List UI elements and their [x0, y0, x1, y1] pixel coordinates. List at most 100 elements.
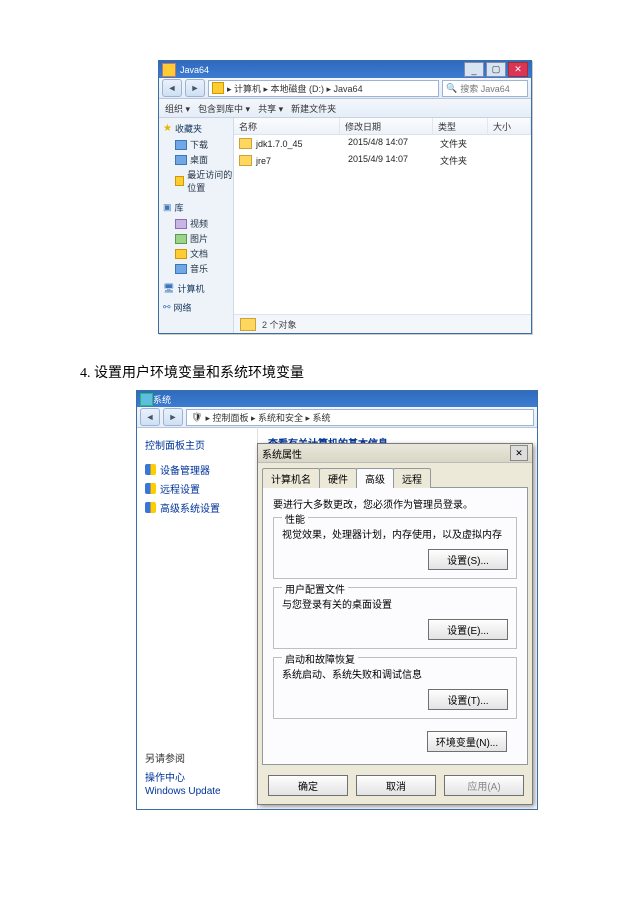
search-placeholder: 搜索 Java64	[460, 82, 510, 95]
breadcrumb[interactable]: 🛡 ▸ 控制面板 ▸ 系统和安全 ▸ 系统	[186, 409, 534, 426]
document-icon	[175, 249, 187, 259]
search-icon: 🔍	[446, 83, 457, 94]
list-item[interactable]: jre7 2015/4/9 14:07 文件夹	[234, 152, 531, 169]
folder-icon	[239, 138, 252, 149]
tab-advanced[interactable]: 高级	[356, 468, 394, 488]
computer-header[interactable]: 🖥计算机	[163, 282, 233, 295]
list-item[interactable]: jdk1.7.0_45 2015/4/8 14:07 文件夹	[234, 135, 531, 152]
ok-button[interactable]: 确定	[268, 775, 348, 796]
nav-pane: ★收藏夹 下载 桌面 最近访问的位置 ▣库 视频 图片 文档 音乐 🖥计算机 ⚯…	[159, 118, 234, 333]
dialog-buttons: 确定 取消 应用(A)	[258, 769, 532, 804]
breadcrumb-text: ▸ 计算机 ▸ 本地磁盘 (D:) ▸ Java64	[227, 82, 363, 95]
remote-settings-link[interactable]: 远程设置	[145, 481, 249, 496]
nav-forward-button[interactable]: ►	[185, 79, 205, 97]
user-profiles-settings-button[interactable]: 设置(E)...	[428, 619, 508, 640]
nav-back-button[interactable]: ◄	[162, 79, 182, 97]
user-profiles-desc: 与您登录有关的桌面设置	[282, 596, 508, 611]
close-button[interactable]: ✕	[508, 62, 528, 77]
tab-remote[interactable]: 远程	[393, 468, 431, 488]
nav-documents[interactable]: 文档	[163, 246, 233, 261]
nav-forward-button[interactable]: ►	[163, 408, 183, 426]
see-also: 另请参阅 操作中心 Windows Update	[145, 750, 221, 799]
explorer-addressbar: ◄ ► ▸ 计算机 ▸ 本地磁盘 (D:) ▸ Java64 🔍 搜索 Java…	[159, 78, 531, 99]
folder-icon	[240, 318, 256, 331]
nav-pictures[interactable]: 图片	[163, 231, 233, 246]
breadcrumb[interactable]: ▸ 计算机 ▸ 本地磁盘 (D:) ▸ Java64	[208, 80, 439, 97]
dialog-title: 系统属性	[262, 446, 302, 461]
step-heading: 4. 设置用户环境变量和系统环境变量	[80, 362, 640, 382]
control-panel-sidebar: 控制面板主页 设备管理器 远程设置 高级系统设置 另请参阅 操作中心 Windo…	[137, 427, 257, 809]
maximize-button[interactable]: ▢	[486, 62, 506, 77]
user-profiles-group: 用户配置文件 与您登录有关的桌面设置 设置(E)...	[273, 587, 517, 649]
shield-icon: 🛡	[191, 412, 202, 423]
system-addressbar: ◄ ► 🛡 ▸ 控制面板 ▸ 系统和安全 ▸ 系统	[137, 407, 537, 428]
new-folder-button[interactable]: 新建文件夹	[291, 102, 336, 115]
nav-music[interactable]: 音乐	[163, 261, 233, 276]
device-manager-link[interactable]: 设备管理器	[145, 462, 249, 477]
system-titlebar[interactable]: 系统	[137, 391, 537, 407]
startup-recovery-desc: 系统启动、系统失败和调试信息	[282, 666, 508, 681]
column-headers[interactable]: 名称 修改日期 类型 大小	[234, 118, 531, 135]
favorites-header[interactable]: ★收藏夹	[163, 122, 233, 135]
shield-icon	[145, 483, 156, 494]
explorer-toolbar: 组织 ▾ 包含到库中 ▾ 共享 ▾ 新建文件夹	[159, 99, 531, 118]
folder-icon	[162, 63, 176, 77]
video-icon	[175, 219, 187, 229]
include-in-library-menu[interactable]: 包含到库中 ▾	[198, 102, 250, 115]
col-type[interactable]: 类型	[433, 118, 488, 134]
download-icon	[175, 140, 187, 150]
startup-recovery-settings-button[interactable]: 设置(T)...	[428, 689, 508, 710]
environment-variables-button[interactable]: 环境变量(N)...	[427, 731, 507, 752]
nav-desktop[interactable]: 桌面	[163, 152, 233, 167]
picture-icon	[175, 234, 187, 244]
nav-videos[interactable]: 视频	[163, 216, 233, 231]
col-date[interactable]: 修改日期	[340, 118, 433, 134]
see-also-header: 另请参阅	[145, 750, 221, 765]
shield-icon	[145, 464, 156, 475]
startup-recovery-group: 启动和故障恢复 系统启动、系统失败和调试信息 设置(T)...	[273, 657, 517, 719]
user-profiles-legend: 用户配置文件	[282, 581, 348, 596]
search-input[interactable]: 🔍 搜索 Java64	[442, 80, 528, 97]
status-bar: 2 个对象	[234, 314, 531, 333]
explorer-window: Java64 _ ▢ ✕ ◄ ► ▸ 计算机 ▸ 本地磁盘 (D:) ▸ Jav…	[158, 60, 532, 334]
desktop-icon	[175, 155, 187, 165]
network-header[interactable]: ⚯网络	[163, 301, 233, 314]
cancel-button[interactable]: 取消	[356, 775, 436, 796]
performance-desc: 视觉效果，处理器计划，内存使用，以及虚拟内存	[282, 526, 508, 541]
performance-legend: 性能	[282, 511, 308, 526]
startup-recovery-legend: 启动和故障恢复	[282, 651, 358, 666]
recent-icon	[175, 176, 184, 186]
advanced-system-settings-link[interactable]: 高级系统设置	[145, 500, 249, 515]
star-icon: ★	[163, 123, 172, 134]
tab-panel-advanced: 要进行大多数更改，您必须作为管理员登录。 性能 视觉效果，处理器计划，内存使用，…	[262, 487, 528, 765]
admin-note: 要进行大多数更改，您必须作为管理员登录。	[273, 496, 517, 511]
dialog-titlebar[interactable]: 系统属性 ✕	[258, 444, 532, 463]
col-size[interactable]: 大小	[488, 118, 531, 134]
network-icon: ⚯	[163, 302, 171, 313]
organize-menu[interactable]: 组织 ▾	[165, 102, 190, 115]
tab-strip: 计算机名 硬件 高级 远程	[258, 463, 532, 487]
shield-icon	[145, 502, 156, 513]
minimize-button[interactable]: _	[464, 62, 484, 77]
share-menu[interactable]: 共享 ▾	[258, 102, 283, 115]
status-text: 2 个对象	[262, 318, 297, 331]
performance-settings-button[interactable]: 设置(S)...	[428, 549, 508, 570]
apply-button[interactable]: 应用(A)	[444, 775, 524, 796]
libraries-header[interactable]: ▣库	[163, 201, 233, 214]
nav-downloads[interactable]: 下载	[163, 137, 233, 152]
folder-icon	[239, 155, 252, 166]
library-icon: ▣	[163, 202, 172, 213]
col-name[interactable]: 名称	[234, 118, 340, 134]
nav-back-button[interactable]: ◄	[140, 408, 160, 426]
cp-home-link[interactable]: 控制面板主页	[145, 437, 249, 452]
folder-icon	[212, 82, 224, 94]
tab-hardware[interactable]: 硬件	[319, 468, 357, 488]
windows-update-link[interactable]: Windows Update	[145, 786, 221, 797]
explorer-titlebar[interactable]: Java64 _ ▢ ✕	[159, 61, 531, 78]
nav-recent[interactable]: 最近访问的位置	[163, 167, 233, 195]
tab-computer-name[interactable]: 计算机名	[262, 468, 320, 488]
computer-icon: 🖥	[163, 283, 174, 294]
file-list: jdk1.7.0_45 2015/4/8 14:07 文件夹 jre7 2015…	[234, 135, 531, 314]
action-center-link[interactable]: 操作中心	[145, 769, 221, 784]
close-button[interactable]: ✕	[510, 445, 528, 461]
